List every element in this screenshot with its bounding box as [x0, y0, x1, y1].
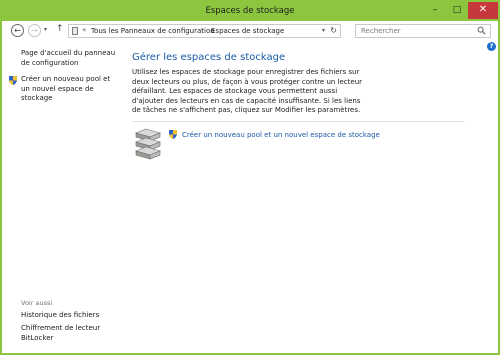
sidebar: Page d'accueil du panneau de configurati…: [2, 41, 122, 353]
breadcrumb-all-control-panel[interactable]: Tous les Panneaux de configuration: [91, 27, 215, 35]
sidebar-control-panel-home-link[interactable]: Page d'accueil du panneau de configurati…: [21, 49, 121, 68]
control-panel-icon: [72, 27, 78, 35]
breadcrumb-overflow[interactable]: «: [82, 26, 86, 34]
search-input[interactable]: Rechercher: [355, 24, 491, 38]
shield-icon: [9, 76, 17, 85]
address-bar[interactable]: « Tous les Panneaux de configuration › E…: [68, 24, 341, 38]
close-button[interactable]: ✕: [468, 2, 498, 19]
title-bar[interactable]: Espaces de stockage – □ ✕: [2, 2, 498, 21]
sidebar-file-history-link[interactable]: Historique des fichiers: [21, 311, 99, 321]
navigation-bar: ← → ▾ ↑ « Tous les Panneaux de configura…: [2, 21, 498, 41]
see-also-heading: Voir aussi: [21, 299, 53, 307]
search-placeholder: Rechercher: [361, 27, 401, 35]
sidebar-bitlocker-link[interactable]: Chiffrement de lecteur BitLocker: [21, 324, 111, 343]
shield-icon: [169, 130, 177, 139]
up-button[interactable]: ↑: [56, 24, 64, 34]
page-description: Utilisez les espaces de stockage pour en…: [132, 68, 363, 114]
storage-spaces-window: Espaces de stockage – □ ✕ ← → ▾ ↑ « Tous…: [0, 0, 500, 355]
create-pool-link[interactable]: Créer un nouveau pool et un nouvel espac…: [182, 131, 380, 139]
breadcrumb-storage-spaces[interactable]: Espaces de stockage: [211, 27, 284, 35]
divider: [132, 121, 465, 122]
sidebar-create-pool-link[interactable]: Créer un nouveau pool et un nouvel espac…: [21, 75, 121, 104]
recent-locations-dropdown[interactable]: ▾: [44, 26, 47, 33]
back-button[interactable]: ←: [11, 24, 24, 37]
storage-drives-icon: [135, 128, 161, 160]
minimize-button[interactable]: –: [424, 2, 446, 19]
help-icon[interactable]: ?: [487, 42, 496, 51]
refresh-icon[interactable]: ↻: [330, 26, 337, 35]
search-icon[interactable]: [477, 26, 486, 35]
maximize-button[interactable]: □: [446, 2, 468, 19]
forward-button[interactable]: →: [28, 24, 41, 37]
page-title: Gérer les espaces de stockage: [132, 52, 286, 63]
breadcrumb-separator[interactable]: ›: [201, 26, 204, 34]
address-dropdown-icon[interactable]: ▾: [322, 27, 325, 34]
